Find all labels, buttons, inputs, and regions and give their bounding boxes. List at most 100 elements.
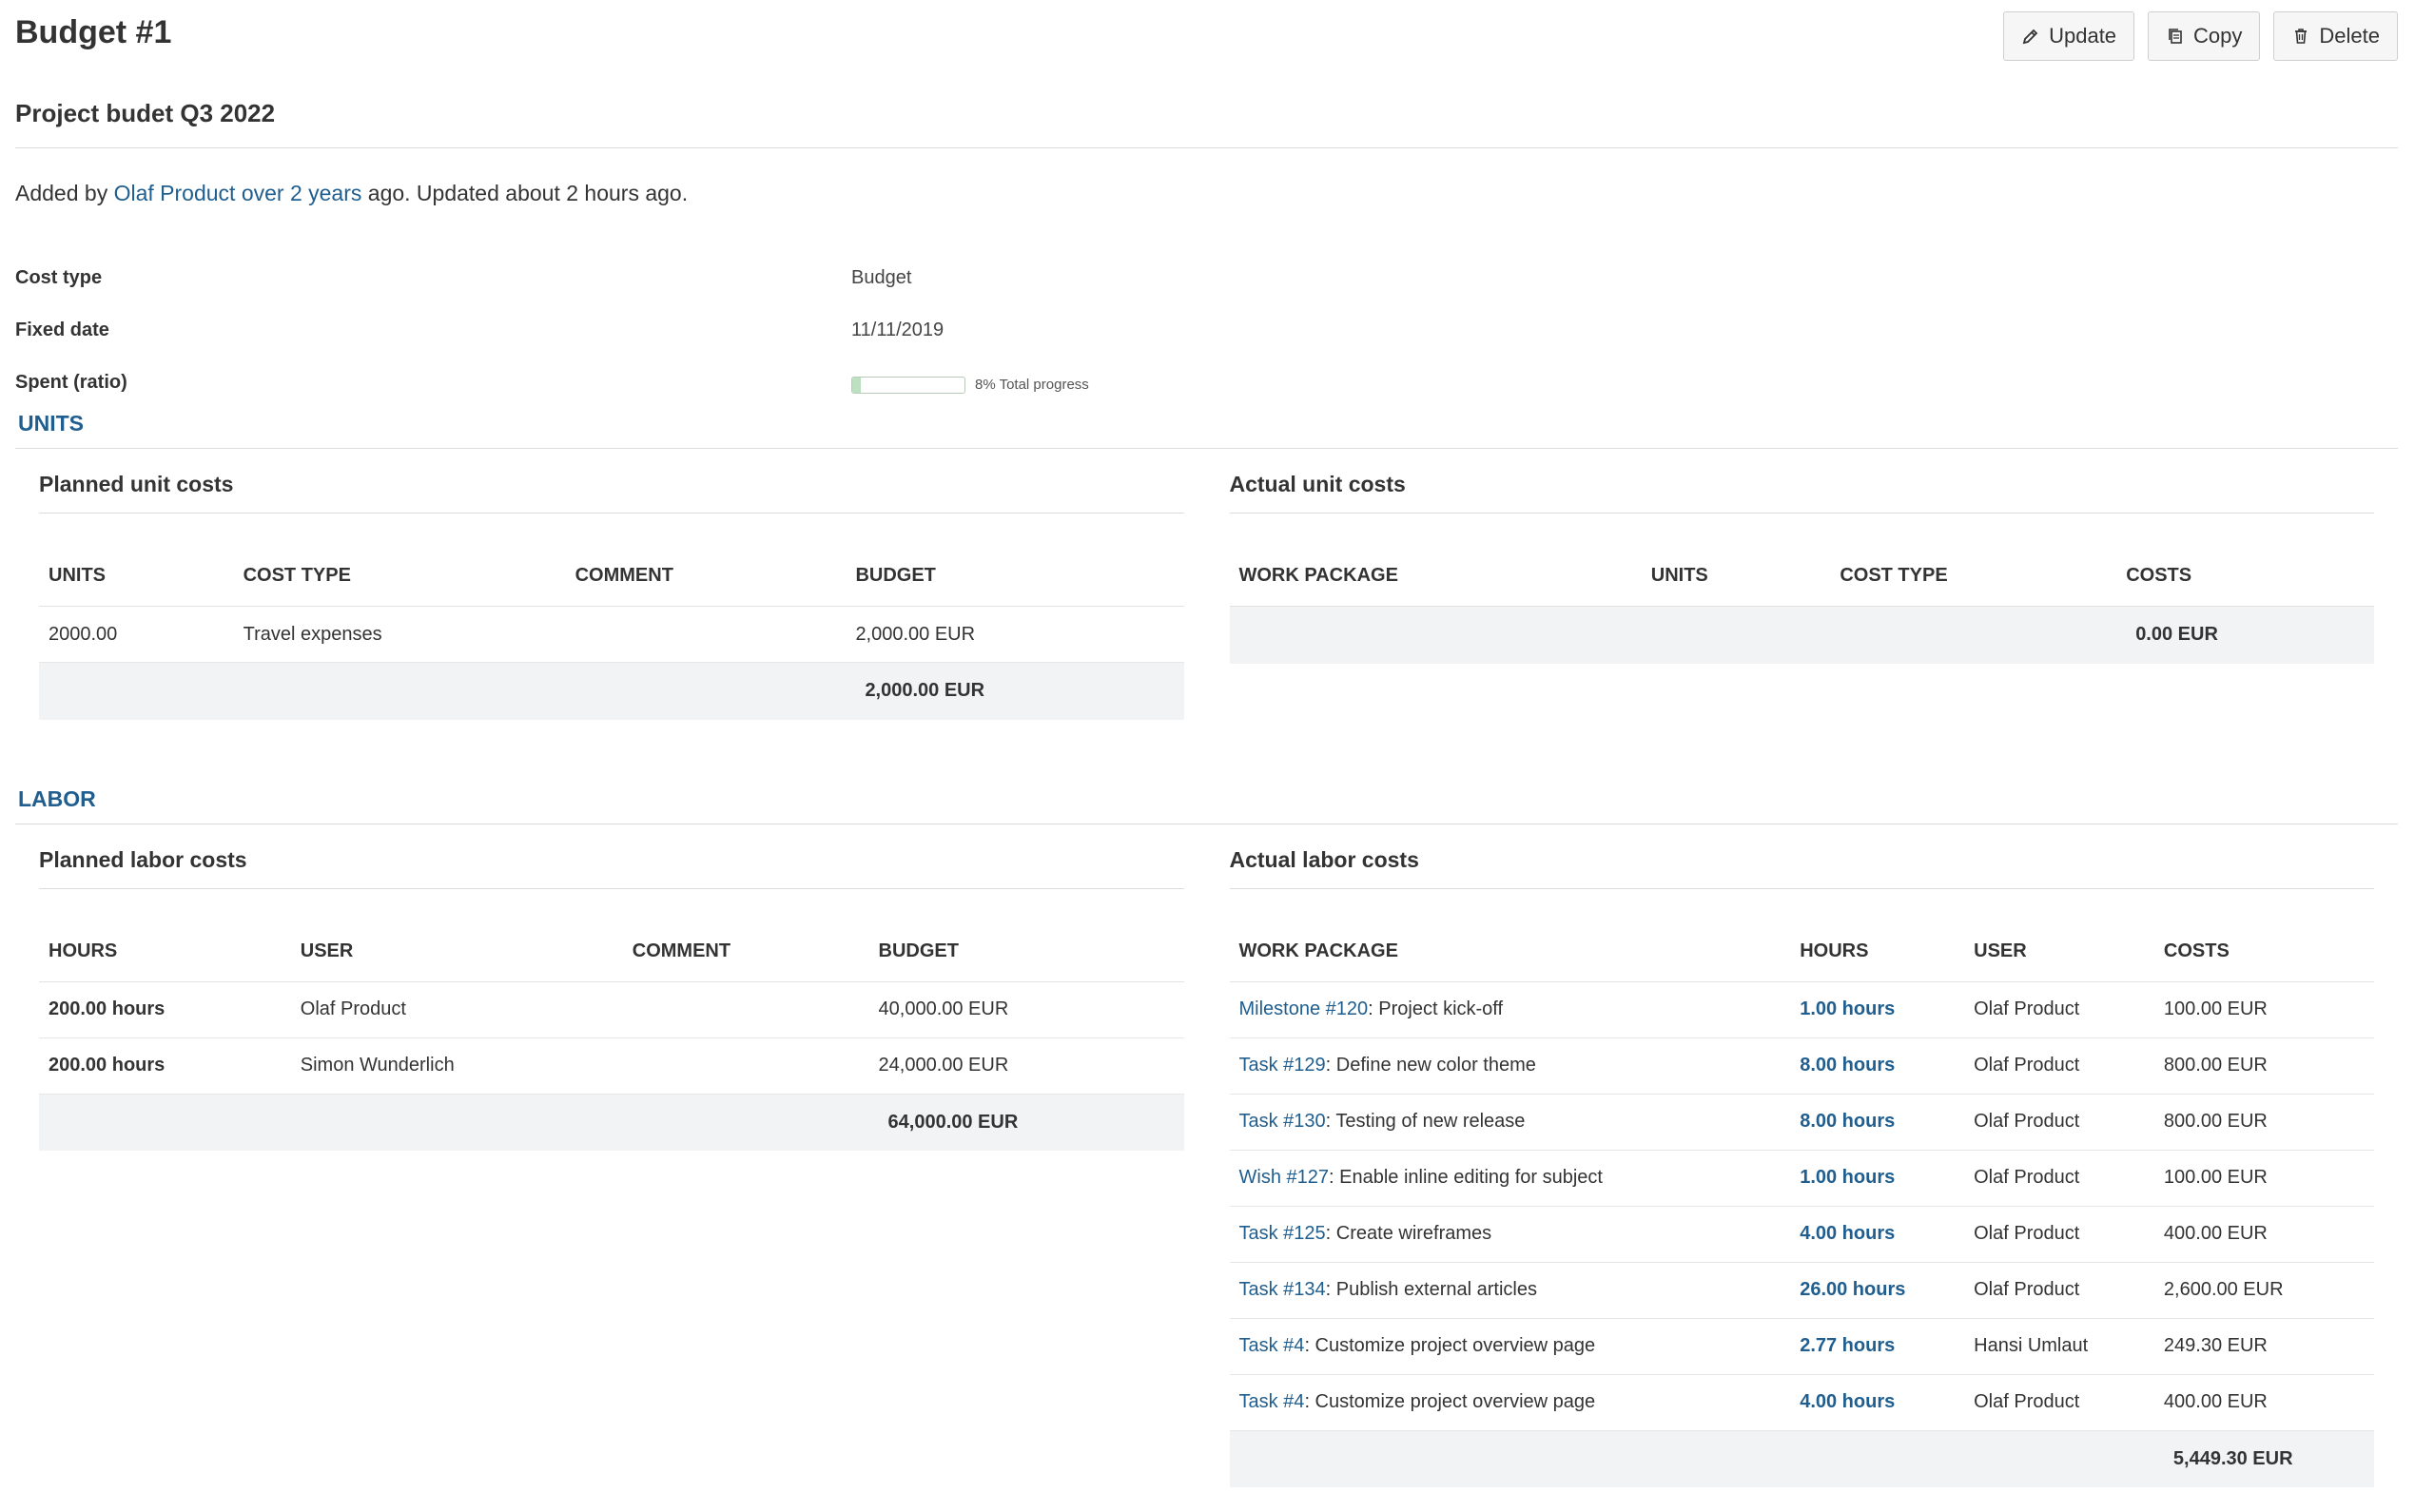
table-row: Task #125: Create wireframes 4.00 hours … bbox=[1229, 1206, 2374, 1263]
user-cell: Olaf Product bbox=[1964, 1206, 2154, 1263]
hours-link[interactable]: 4.00 hours bbox=[1790, 1374, 1965, 1431]
work-package-link[interactable]: Task #130 bbox=[1239, 1111, 1326, 1132]
table-row: Wish #127: Enable inline editing for sub… bbox=[1229, 1150, 2374, 1207]
hours-link[interactable]: 2.77 hours bbox=[1790, 1318, 1965, 1375]
fixed-date-label: Fixed date bbox=[15, 320, 109, 340]
work-package-subject: : Testing of new release bbox=[1325, 1111, 1526, 1132]
units-section: UNITS Planned unit costs UNITS COST TYPE… bbox=[15, 411, 2398, 720]
user-cell: Olaf Product bbox=[290, 981, 623, 1038]
column-header: WORK PACKAGE bbox=[1229, 553, 1642, 607]
user-cell: Olaf Product bbox=[1964, 1150, 2154, 1207]
work-package-link[interactable]: Milestone #120 bbox=[1239, 998, 1369, 1019]
budget-cell: 2,000.00 EUR bbox=[846, 606, 1184, 663]
budget-attributes: Cost type Budget Fixed date 11/11/2019 S… bbox=[15, 252, 2398, 409]
hours-link[interactable]: 1.00 hours bbox=[1790, 1150, 1965, 1207]
planned-unit-costs: Planned unit costs UNITS COST TYPE COMME… bbox=[39, 449, 1184, 720]
table-row: Task #4: Customize project overview page… bbox=[1229, 1318, 2374, 1375]
column-header: COMMENT bbox=[565, 553, 847, 607]
page-title: Budget #1 bbox=[15, 14, 172, 50]
budget-cell: 24,000.00 EUR bbox=[868, 1037, 1184, 1095]
page-header: Budget #1 Update Copy Delete bbox=[15, 0, 2398, 61]
pencil-icon bbox=[2022, 29, 2038, 45]
work-package-cell: Milestone #120: Project kick-off bbox=[1229, 981, 1791, 1038]
user-cell: Olaf Product bbox=[1964, 1037, 2154, 1095]
table-row: 200.00 hours Olaf Product 40,000.00 EUR bbox=[39, 981, 1184, 1038]
work-package-cell: Task #130: Testing of new release bbox=[1229, 1094, 1791, 1151]
column-header: BUDGET bbox=[846, 553, 1184, 607]
update-button[interactable]: Update bbox=[2003, 11, 2135, 61]
user-cell: Olaf Product bbox=[1964, 1094, 2154, 1151]
work-package-link[interactable]: Task #134 bbox=[1239, 1279, 1326, 1300]
work-package-link[interactable]: Task #4 bbox=[1239, 1391, 1305, 1412]
column-header: COSTS bbox=[2116, 553, 2374, 607]
hours-link[interactable]: 4.00 hours bbox=[1790, 1206, 1965, 1263]
actual-unit-costs-title: Actual unit costs bbox=[1229, 449, 2374, 514]
labor-columns: Planned labor costs HOURS USER COMMENT B… bbox=[15, 824, 2398, 1488]
author-link[interactable]: Olaf Product bbox=[114, 181, 236, 205]
column-header: USER bbox=[1964, 928, 2154, 982]
work-package-cell: Wish #127: Enable inline editing for sub… bbox=[1229, 1150, 1791, 1207]
progress-bar bbox=[851, 376, 965, 394]
comment-cell bbox=[622, 981, 869, 1038]
total-cell: 0.00 EUR bbox=[2116, 606, 2374, 664]
subtitle-row: Project budet Q3 2022 bbox=[15, 99, 2398, 148]
units-cell: 2000.00 bbox=[39, 606, 234, 663]
costs-cell: 100.00 EUR bbox=[2153, 1150, 2374, 1207]
toolbar: Update Copy Delete bbox=[2003, 11, 2398, 61]
costs-cell: 800.00 EUR bbox=[2153, 1037, 2374, 1095]
column-header: COMMENT bbox=[622, 928, 869, 982]
work-package-subject: : Customize project overview page bbox=[1304, 1335, 1596, 1356]
work-package-cell: Task #4: Customize project overview page bbox=[1229, 1318, 1791, 1375]
costs-cell: 800.00 EUR bbox=[2153, 1094, 2374, 1151]
added-by-prefix: Added by bbox=[15, 181, 114, 205]
table-row: Task #129: Define new color theme 8.00 h… bbox=[1229, 1037, 2374, 1095]
cost-type-value: Budget bbox=[851, 267, 912, 288]
spent-progress: 8% Total progress bbox=[851, 376, 1089, 394]
hours-link[interactable]: 8.00 hours bbox=[1790, 1094, 1965, 1151]
work-package-cell: Task #129: Define new color theme bbox=[1229, 1037, 1791, 1095]
total-cell: 2,000.00 EUR bbox=[846, 662, 1184, 720]
work-package-cell: Task #125: Create wireframes bbox=[1229, 1206, 1791, 1263]
actual-labor-costs-title: Actual labor costs bbox=[1229, 824, 2374, 889]
delete-button[interactable]: Delete bbox=[2273, 11, 2398, 61]
work-package-subject: : Enable inline editing for subject bbox=[1329, 1167, 1603, 1188]
copy-button[interactable]: Copy bbox=[2148, 11, 2261, 61]
costs-cell: 400.00 EUR bbox=[2153, 1206, 2374, 1263]
column-header: BUDGET bbox=[868, 928, 1184, 982]
costs-cell: 249.30 EUR bbox=[2153, 1318, 2374, 1375]
hours-link[interactable]: 26.00 hours bbox=[1790, 1262, 1965, 1319]
hours-link[interactable]: 1.00 hours bbox=[1790, 981, 1965, 1038]
user-cell: Hansi Umlaut bbox=[1964, 1318, 2154, 1375]
units-columns: Planned unit costs UNITS COST TYPE COMME… bbox=[15, 449, 2398, 720]
column-header: UNITS bbox=[1641, 553, 1831, 607]
column-header: COST TYPE bbox=[1830, 553, 2117, 607]
work-package-link[interactable]: Task #125 bbox=[1239, 1223, 1326, 1244]
work-package-subject: : Define new color theme bbox=[1325, 1055, 1536, 1076]
trash-icon bbox=[2295, 29, 2308, 44]
delete-button-label: Delete bbox=[2319, 24, 2380, 48]
column-header: WORK PACKAGE bbox=[1229, 928, 1791, 982]
column-header: COST TYPE bbox=[233, 553, 566, 607]
budget-page: Budget #1 Update Copy Delete Project bud… bbox=[0, 0, 2415, 1512]
table-row: Task #4: Customize project overview page… bbox=[1229, 1374, 2374, 1431]
total-row: 5,449.30 EUR bbox=[1229, 1430, 2374, 1487]
progress-text: 8% Total progress bbox=[975, 377, 1089, 393]
hours-link[interactable]: 8.00 hours bbox=[1790, 1037, 1965, 1095]
table-row: Task #134: Publish external articles 26.… bbox=[1229, 1262, 2374, 1319]
actual-labor-costs-table: WORK PACKAGE HOURS USER COSTS Milestone … bbox=[1229, 928, 2374, 1487]
user-cell: Simon Wunderlich bbox=[290, 1037, 623, 1095]
labor-section: LABOR Planned labor costs HOURS USER COM… bbox=[15, 786, 2398, 1488]
actual-labor-costs: Actual labor costs WORK PACKAGE HOURS US… bbox=[1229, 824, 2374, 1487]
planned-labor-costs: Planned labor costs HOURS USER COMMENT B… bbox=[39, 824, 1184, 1488]
table-row: 2000.00 Travel expenses 2,000.00 EUR bbox=[39, 606, 1184, 663]
column-header: COSTS bbox=[2153, 928, 2374, 982]
added-ago-link[interactable]: over 2 years bbox=[242, 181, 362, 205]
work-package-cell: Task #134: Publish external articles bbox=[1229, 1262, 1791, 1319]
column-header: HOURS bbox=[1790, 928, 1965, 982]
units-section-title: UNITS bbox=[15, 411, 2398, 449]
cost-type-label: Cost type bbox=[15, 267, 103, 288]
work-package-link[interactable]: Task #129 bbox=[1239, 1055, 1326, 1076]
work-package-link[interactable]: Wish #127 bbox=[1239, 1167, 1330, 1188]
work-package-subject: : Project kick-off bbox=[1368, 998, 1504, 1019]
work-package-link[interactable]: Task #4 bbox=[1239, 1335, 1305, 1356]
